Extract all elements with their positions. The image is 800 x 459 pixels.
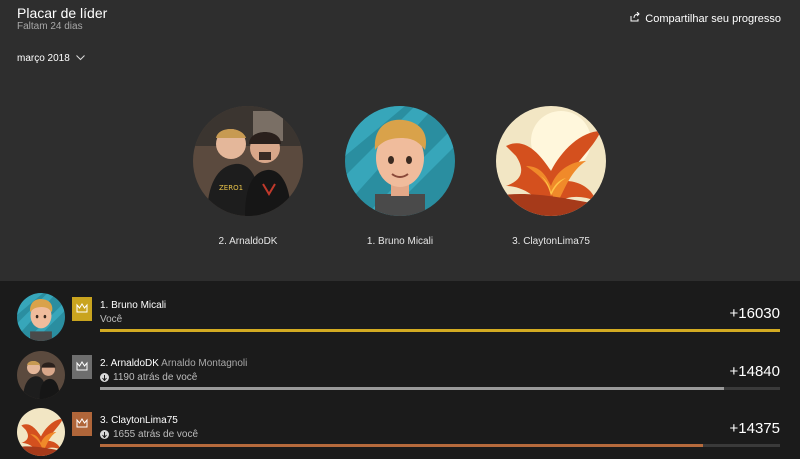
share-progress-button[interactable]: Compartilhar seu progresso xyxy=(630,11,781,25)
share-label: Compartilhar seu progresso xyxy=(645,12,781,25)
row-status: 1190 atrás de você xyxy=(100,372,197,383)
podium-third[interactable]: 3. ClaytonLima75 xyxy=(496,106,606,247)
progress-fill xyxy=(100,444,704,447)
avatar-phoenix[interactable] xyxy=(496,106,606,216)
svg-text:ZERO1: ZERO1 xyxy=(219,184,243,192)
progress-bar xyxy=(100,444,780,447)
progress-fill xyxy=(100,387,724,390)
row-full-name: Arnaldo Montagnoli xyxy=(161,358,248,369)
progress-bar xyxy=(100,329,780,332)
rank-badge-silver xyxy=(72,355,92,379)
podium-first-name: 1. Bruno Micali xyxy=(366,236,434,247)
podium-second[interactable]: ZERO1 2. ArnaldoDK xyxy=(193,106,303,247)
avatar[interactable] xyxy=(17,293,65,341)
arrow-down-icon xyxy=(100,373,109,382)
row-name: 2. ArnaldoDK Arnaldo Montagnoli xyxy=(100,358,248,369)
month-selector[interactable]: março 2018 xyxy=(17,53,85,64)
page-title: Placar de líder xyxy=(17,5,108,21)
podium-second-name: 2. ArnaldoDK xyxy=(218,236,278,247)
crown-icon xyxy=(76,358,88,376)
leaderboard-row[interactable]: 3. ClaytonLima75 1655 atrás de você +143… xyxy=(0,408,800,459)
arrow-down-icon xyxy=(100,430,109,439)
chevron-down-icon xyxy=(75,53,85,64)
row-score: +16030 xyxy=(729,305,780,322)
leaderboard-row[interactable]: 1. Bruno Micali Você +16030 xyxy=(0,293,800,350)
row-name: 3. ClaytonLima75 xyxy=(100,415,178,426)
rank-badge-gold xyxy=(72,297,92,321)
month-label: março 2018 xyxy=(17,53,70,64)
crown-icon xyxy=(76,415,88,433)
podium-third-name: 3. ClaytonLima75 xyxy=(512,236,590,247)
row-name: 1. Bruno Micali xyxy=(100,300,167,311)
time-remaining: Faltam 24 dias xyxy=(17,21,83,32)
row-status: 1655 atrás de você xyxy=(100,429,198,440)
row-score: +14840 xyxy=(729,363,780,380)
avatar[interactable] xyxy=(17,351,65,399)
crown-icon xyxy=(76,300,88,318)
avatar[interactable] xyxy=(17,408,65,456)
leaderboard-header-panel: Placar de líder Faltam 24 dias Compartil… xyxy=(0,0,800,281)
row-status: Você xyxy=(100,314,123,325)
share-icon xyxy=(630,11,640,25)
leaderboard-row[interactable]: 2. ArnaldoDK Arnaldo Montagnoli 1190 atr… xyxy=(0,351,800,408)
row-score: +14375 xyxy=(729,420,780,437)
leaderboard-list: 1. Bruno Micali Você +16030 2. ArnaldoDK… xyxy=(0,281,800,459)
podium-first[interactable]: 1. Bruno Micali xyxy=(345,106,455,247)
rank-badge-bronze xyxy=(72,412,92,436)
progress-bar xyxy=(100,387,780,390)
progress-fill xyxy=(100,329,780,332)
avatar-cartoon[interactable] xyxy=(345,106,455,216)
avatar-photo-two-men[interactable]: ZERO1 xyxy=(193,106,303,216)
